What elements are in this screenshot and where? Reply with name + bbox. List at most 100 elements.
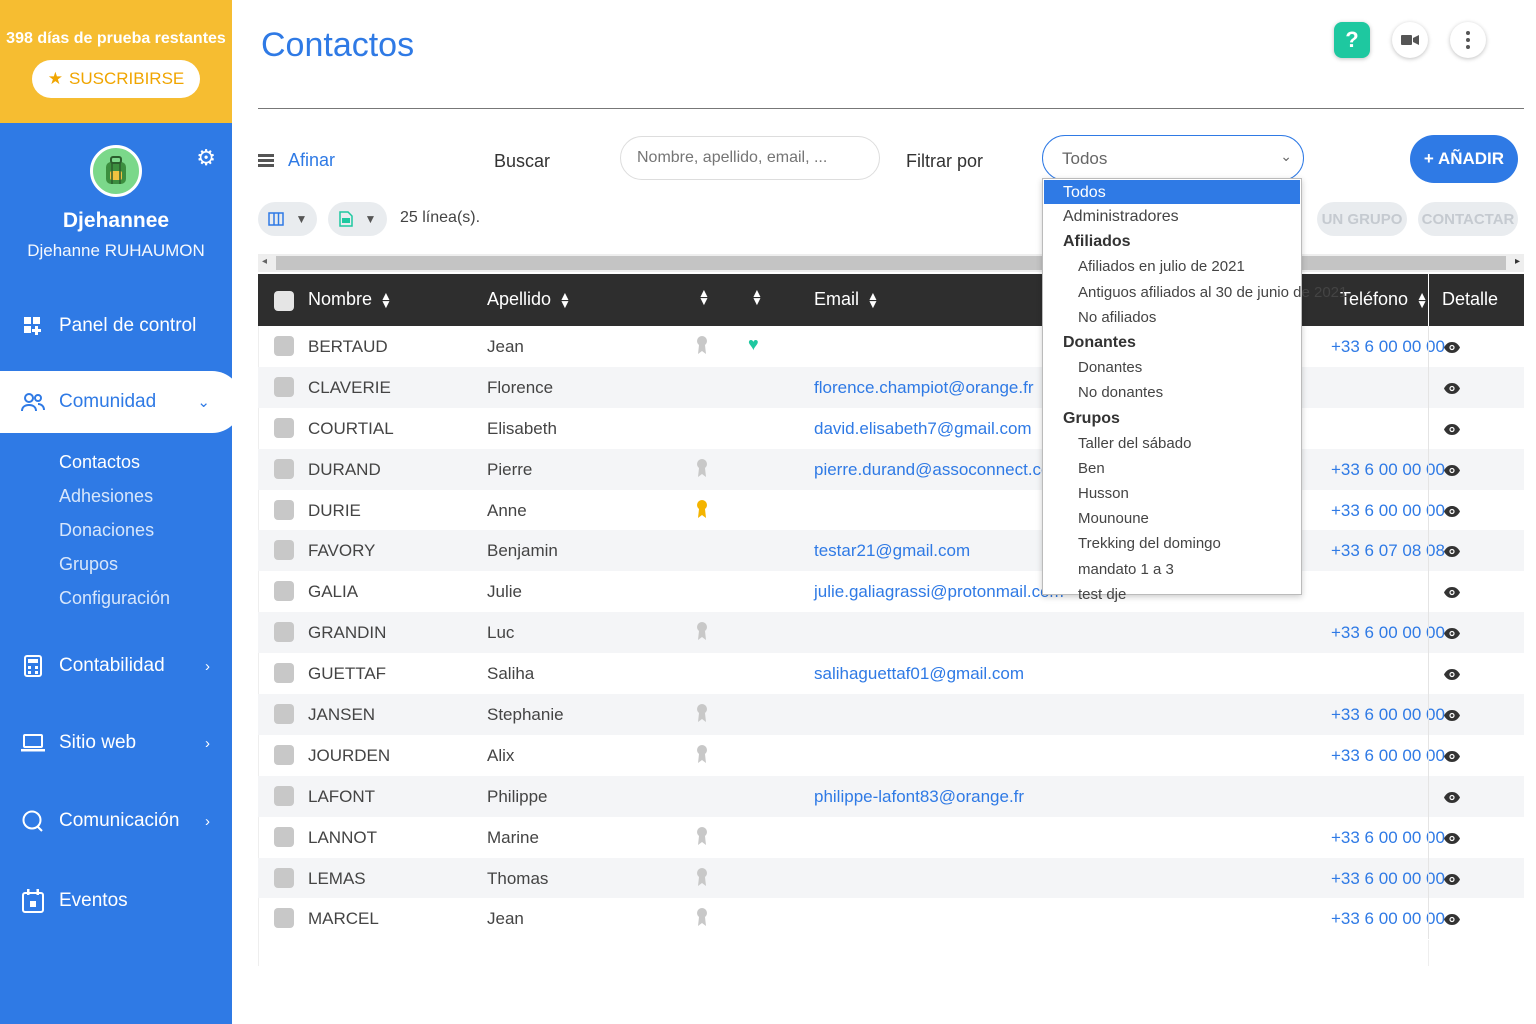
columns-button[interactable]: ▼ [258, 202, 317, 236]
group-button[interactable]: UN GRUPO [1317, 202, 1407, 236]
table-row[interactable]: GRANDIN Luc +33 6 00 00 00 [258, 612, 1524, 654]
table-row[interactable]: MARCEL Jean +33 6 00 00 00 [258, 898, 1524, 940]
refine-button[interactable]: Afinar [258, 150, 335, 171]
row-checkbox[interactable] [274, 581, 294, 602]
subnav-configuracion[interactable]: Configuración [59, 581, 232, 615]
col-heart-sort[interactable]: ▲ ▼ [751, 287, 763, 307]
table-row[interactable]: DURIE Anne +33 6 00 00 00 [258, 489, 1524, 531]
eye-icon[interactable] [1444, 420, 1460, 440]
eye-icon[interactable] [1444, 542, 1460, 562]
eye-icon[interactable] [1444, 461, 1460, 481]
dropdown-option[interactable]: No afiliados [1043, 305, 1301, 330]
dropdown-option[interactable]: mandato 1 a 3 [1043, 557, 1301, 582]
table-row[interactable]: DURAND Pierre pierre.durand@assoconnect.co… [258, 448, 1524, 490]
nav-eventos[interactable]: Eventos [0, 870, 232, 932]
row-checkbox[interactable] [274, 663, 294, 684]
row-checkbox[interactable] [274, 785, 294, 806]
table-row[interactable]: GUETTAF Saliha salihaguettaf01@gmail.com [258, 653, 1524, 695]
col-nombre[interactable]: Nombre ▲ ▼ [308, 289, 392, 310]
col-telefono[interactable]: Teléfono ▲ ▼ [1340, 289, 1428, 310]
eye-icon[interactable] [1444, 665, 1460, 685]
eye-icon[interactable] [1444, 624, 1460, 644]
cell-email[interactable]: salihaguettaf01@gmail.com [814, 664, 1024, 684]
subnav-donaciones[interactable]: Donaciones [59, 513, 232, 547]
scroll-left-icon[interactable]: ◂ [262, 256, 267, 267]
scroll-thumb[interactable] [276, 256, 1506, 270]
dropdown-option[interactable]: Antiguos afiliados al 30 de junio de 202… [1043, 280, 1347, 305]
eye-icon[interactable] [1444, 747, 1460, 767]
eye-icon[interactable] [1444, 379, 1460, 399]
select-all-checkbox[interactable] [274, 291, 294, 311]
table-row[interactable]: LANNOT Marine +33 6 00 00 00 [258, 816, 1524, 858]
row-checkbox[interactable] [274, 376, 294, 397]
table-row[interactable]: GALIA Julie julie.galiagrassi@protonmail.c… [258, 571, 1524, 613]
table-row[interactable]: LAFONT Philippe philippe-lafont83@orange.f… [258, 775, 1524, 817]
contact-button[interactable]: CONTACTAR [1418, 202, 1518, 236]
eye-icon[interactable] [1444, 338, 1460, 358]
row-checkbox[interactable] [274, 704, 294, 725]
row-checkbox[interactable] [274, 458, 294, 479]
nav-comunicacion[interactable]: Comunicación › [0, 790, 232, 852]
cell-email[interactable]: testar21@gmail.com [814, 541, 970, 561]
gear-icon[interactable]: ⚙ [196, 145, 216, 171]
subnav-adhesiones[interactable]: Adhesiones [59, 479, 232, 513]
add-button[interactable]: + AÑADIR [1410, 135, 1518, 183]
search-input[interactable] [620, 136, 880, 180]
col-email[interactable]: Email ▲ ▼ [814, 289, 879, 310]
cell-email[interactable]: philippe-lafont83@orange.fr [814, 787, 1024, 807]
export-button[interactable]: ▼ [328, 202, 387, 236]
eye-icon[interactable] [1444, 910, 1460, 930]
nav-sitio-web[interactable]: Sitio web › [0, 712, 232, 774]
cell-email[interactable]: julie.galiagrassi@protonmail.com [814, 582, 1064, 602]
dropdown-option[interactable]: Donantes [1043, 355, 1301, 380]
table-row[interactable]: JOURDEN Alix +33 6 00 00 00 [258, 734, 1524, 776]
nav-panel[interactable]: Panel de control [0, 295, 232, 357]
col-apellido[interactable]: Apellido ▲ ▼ [487, 289, 571, 310]
eye-icon[interactable] [1444, 502, 1460, 522]
eye-icon[interactable] [1444, 829, 1460, 849]
row-checkbox[interactable] [274, 908, 294, 929]
dropdown-option[interactable]: No donantes [1043, 380, 1301, 405]
cell-email[interactable]: david.elisabeth7@gmail.com [814, 419, 1032, 439]
dropdown-option[interactable]: Administradores [1043, 204, 1301, 229]
subnav-grupos[interactable]: Grupos [59, 547, 232, 581]
dropdown-option[interactable]: Taller del sábado [1043, 431, 1301, 456]
scroll-right-icon[interactable]: ▸ [1515, 256, 1520, 267]
video-button[interactable] [1392, 22, 1428, 58]
table-row[interactable]: BERTAUD Jean ♥ +33 6 00 00 00 [258, 326, 1524, 367]
dropdown-option[interactable]: Todos [1044, 180, 1300, 204]
subnav-contactos[interactable]: Contactos [59, 445, 232, 479]
eye-icon[interactable] [1444, 706, 1460, 726]
dropdown-option[interactable]: Afiliados en julio de 2021 [1043, 254, 1301, 279]
row-checkbox[interactable] [274, 417, 294, 438]
table-row[interactable]: LEMAS Thomas +33 6 00 00 00 [258, 857, 1524, 899]
row-checkbox[interactable] [274, 540, 294, 561]
col-medal-sort[interactable]: ▲ ▼ [698, 287, 710, 307]
dropdown-option[interactable]: Husson [1043, 481, 1301, 506]
table-row[interactable]: JANSEN Stephanie +33 6 00 00 00 [258, 694, 1524, 735]
avatar[interactable] [90, 145, 142, 197]
eye-icon[interactable] [1444, 583, 1460, 603]
dropdown-option[interactable]: test dje [1043, 582, 1301, 607]
cell-email[interactable]: pierre.durand@assoconnect.com [814, 460, 1065, 480]
more-button[interactable] [1450, 22, 1486, 58]
nav-comunidad[interactable]: Comunidad ⌄ [0, 371, 242, 433]
row-checkbox[interactable] [274, 826, 294, 847]
table-row[interactable]: COURTIAL Elisabeth david.elisabeth7@gmail.… [258, 407, 1524, 449]
row-checkbox[interactable] [274, 867, 294, 888]
table-row[interactable]: FAVORY Benjamin testar21@gmail.com +33 6 07… [258, 530, 1524, 572]
eye-icon[interactable] [1444, 788, 1460, 808]
row-checkbox[interactable] [274, 744, 294, 765]
dropdown-option[interactable]: Trekking del domingo [1043, 531, 1301, 556]
horizontal-scrollbar[interactable]: ◂ ▸ [258, 254, 1524, 272]
dropdown-option[interactable]: Mounoune [1043, 506, 1301, 531]
nav-contabilidad[interactable]: Contabilidad › [0, 635, 232, 697]
subscribe-button[interactable]: ★ SUSCRIBIRSE [31, 60, 201, 98]
row-checkbox[interactable] [274, 622, 294, 643]
dropdown-option[interactable]: Ben [1043, 456, 1301, 481]
row-checkbox[interactable] [274, 336, 294, 356]
row-checkbox[interactable] [274, 499, 294, 520]
help-button[interactable]: ? [1334, 22, 1370, 58]
filter-select[interactable]: Todos ⌄ [1042, 135, 1304, 181]
table-row[interactable]: CLAVERIE Florence florence.champiot@orange… [258, 366, 1524, 408]
